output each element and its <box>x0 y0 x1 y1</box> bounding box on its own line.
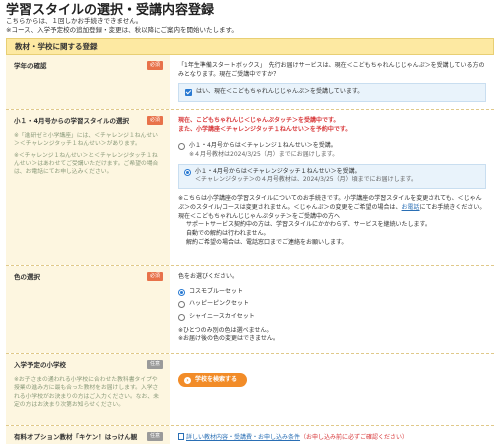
color-note-2: ※お届け後の色の変更はできません。 <box>178 335 279 343</box>
phone-link[interactable]: お電話 <box>402 204 420 211</box>
radio-button-selected[interactable] <box>184 168 191 176</box>
row-label: 入学予定の小学校 任意 ※お子さまの通われる小学校に合わせた教科書タイプや授業の… <box>6 354 170 425</box>
radio-button-selected[interactable] <box>178 288 185 296</box>
style-info-5: 解約ご希望の場合は、電話窓口までご連絡をお願いします。 <box>186 238 348 246</box>
row-content: 「1年生準備スタートボックス」 先行お届けサービスは、現在＜こどもちゃれんじじゃ… <box>170 55 494 109</box>
style-option-2[interactable]: 小１・4月号からは＜チャレンジタッチ１ねんせい＞を受講。 ＜チャレンジタッチ＞の… <box>178 163 486 190</box>
row-content: › 学校を検索する <box>170 354 494 425</box>
color-select-label: 色の選択 <box>14 273 40 281</box>
option-row[interactable]: 小１・4月号からは＜チャレンジタッチ１ねんせい＞を受講。 ＜チャレンジタッチ＞の… <box>184 168 480 185</box>
learning-style-note: ※「進研ゼミ小学講座」には、＜チャレンジ１ねんせい＞＜チャレンジタッチ１ねんせい… <box>14 132 158 148</box>
style-info-3: サポートサービス契約中の方は、学習スタイルにかかわらず、サービスを継続いたします… <box>186 221 431 229</box>
grade-confirm-label: 学年の確認 <box>14 62 47 70</box>
row-content: 色をお選びください。 コスモブルーセット ハッピーピンクセット シャイニースカイ… <box>170 266 494 353</box>
style-info-2: 現在＜こどもちゃれんじじゃんぷタッチ＞をご受講中の方へ <box>178 212 341 220</box>
learning-style-row: 小１・4月号からの学習スタイルの選択 必須 ※「進研ゼミ小学講座」には、＜チャレ… <box>6 110 494 266</box>
style-info-text: にてお手続きください。 <box>419 203 486 211</box>
learning-style-note-2: ※＜チャレンジ１ねんせい＞と＜チャレンジタッチ１ねんせい＞はあわせてご受講いただ… <box>14 152 159 176</box>
paid-option-label: 有料オプション教材「キケン！はっけん観 <box>14 433 138 441</box>
option-label: 小１・4月号からは＜チャレンジ１ねんせい＞を受講。 <box>189 142 337 150</box>
details-link-note: （お申し込み前に必ずご確認ください） <box>300 434 409 441</box>
school-note: ※お子さまの通われる小学校に合わせた教科書タイプや授業の進み方に最も合った教材を… <box>14 376 159 408</box>
required-badge: 必須 <box>146 61 163 70</box>
color-option-cosmo-blue[interactable]: コスモブルーセット <box>178 288 486 297</box>
grade-confirm-checkbox-row[interactable]: はい、現在＜こどもちゃれんじじゃんぷ＞を受講しています。 <box>178 83 486 103</box>
row-content: 詳しい教材内容・受講費・お申し込み条件（お申し込み前に必ずご確認ください） <box>170 426 494 444</box>
option-label: コスモブルーセット <box>189 287 244 295</box>
option-sub: ※４月号教材は2024/3/25（月）までにお届けします。 <box>189 151 339 159</box>
checkbox-label: はい、現在＜こどもちゃれんじじゃんぷ＞を受講しています。 <box>196 88 364 96</box>
intro-line: こちらからは、１回しかお手続きできません。 <box>6 17 143 25</box>
intro-notes: こちらからは、１回しかお手続きできません。 ※コース、入学予定校の追加登録・変更… <box>6 17 494 35</box>
warning-current: 現在、こどもちゃれんじ＜じゃんぷタッチ＞を受講中です。 <box>178 117 340 124</box>
school-label: 入学予定の小学校 <box>14 361 66 369</box>
row-label: 学年の確認 必須 <box>6 55 170 109</box>
option-label: ハッピーピンクセット <box>189 300 250 308</box>
row-label: 色の選択 必須 <box>6 266 170 353</box>
row-label: 小１・4月号からの学習スタイルの選択 必須 ※「進研ゼミ小学講座」には、＜チャレ… <box>6 110 170 265</box>
row-content: 現在、こどもちゃれんじ＜じゃんぷタッチ＞を受講中です。 また、小学講座＜チャレン… <box>170 110 494 265</box>
optional-badge: 任意 <box>146 432 163 441</box>
section-header: 教材・学校に関する登録 <box>6 38 494 55</box>
option-label: シャイニースカイセット <box>189 313 255 321</box>
checked-checkbox[interactable] <box>185 89 192 97</box>
color-select-row: 色の選択 必須 色をお選びください。 コスモブルーセット ハッピーピンクセット … <box>6 266 494 354</box>
color-option-shiny-sky[interactable]: シャイニースカイセット <box>178 313 486 322</box>
paid-option-link-line: 詳しい教材内容・受講費・お申し込み条件（お申し込み前に必ずご確認ください） <box>178 433 409 441</box>
warning-reserved: また、小学講座＜チャレンジタッチ１ねんせい＞を予約中です。 <box>178 125 352 133</box>
search-school-button[interactable]: › 学校を検索する <box>178 373 248 388</box>
style-info-4: 自動での解約は行われません。 <box>186 229 270 237</box>
document-icon <box>178 433 184 440</box>
style-info-1: ※こちらは小学講座の学習スタイルについてのお手続きです。小学講座の学習スタイルを… <box>178 195 486 212</box>
optional-badge: 任意 <box>146 360 163 369</box>
paid-option-row: 有料オプション教材「キケン！はっけん観 任意 詳しい教材内容・受講費・お申し込み… <box>6 426 494 444</box>
registration-page: 学習スタイルの選択・受講内容登録 こちらからは、１回しかお手続きできません。 ※… <box>0 0 500 444</box>
required-badge: 必須 <box>146 272 163 281</box>
page-title: 学習スタイルの選択・受講内容登録 <box>6 3 215 18</box>
learning-style-label: 小１・4月号からの学習スタイルの選択 <box>14 117 130 125</box>
button-label: 学校を検索する <box>195 376 238 383</box>
search-icon: › <box>184 376 191 384</box>
option-sub: ＜チャレンジタッチ＞の４月号教材は、2024/3/25（月）頃までにお届けします… <box>195 176 417 184</box>
radio-button[interactable] <box>178 314 185 322</box>
color-prompt: 色をお選びください。 <box>178 273 239 280</box>
color-option-happy-pink[interactable]: ハッピーピンクセット <box>178 300 486 309</box>
details-link[interactable]: 詳しい教材内容・受講費・お申し込み条件 <box>186 434 300 441</box>
intro-line: ※コース、入学予定校の追加登録・変更は、秋以降にご案内を開始いたします。 <box>6 26 238 34</box>
required-badge: 必須 <box>146 116 163 125</box>
row-label: 有料オプション教材「キケン！はっけん観 任意 <box>6 426 170 444</box>
radio-button[interactable] <box>178 143 185 151</box>
style-option-1[interactable]: 小１・4月号からは＜チャレンジ１ねんせい＞を受講。 ※４月号教材は2024/3/… <box>178 142 486 159</box>
school-row: 入学予定の小学校 任意 ※お子さまの通われる小学校に合わせた教科書タイプや授業の… <box>6 354 494 426</box>
radio-button[interactable] <box>178 301 185 309</box>
grade-confirm-text: 「1年生準備スタートボックス」 先行お届けサービスは、現在＜こどもちゃれんじじゃ… <box>178 62 485 78</box>
grade-confirm-row: 学年の確認 必須 「1年生準備スタートボックス」 先行お届けサービスは、現在＜こ… <box>6 55 494 110</box>
